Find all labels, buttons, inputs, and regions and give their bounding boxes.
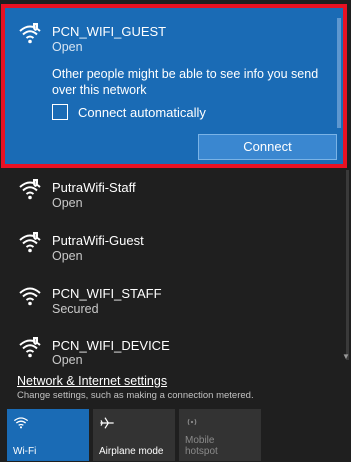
network-flyout: ! PCN_WIFI_GUEST Open Other people might… (0, 0, 351, 462)
svg-text:!: ! (35, 234, 36, 240)
tile-label: Mobile hotspot (185, 435, 218, 457)
wifi-toggle-tile[interactable]: Wi-Fi (7, 409, 89, 461)
wifi-open-icon: ! (19, 337, 41, 358)
network-status: Secured (52, 302, 99, 316)
wifi-open-icon: ! (19, 232, 41, 253)
network-name: PCN_WIFI_STAFF (52, 286, 162, 301)
network-name: PutraWifi-Staff (52, 180, 136, 195)
network-status: Open (52, 196, 83, 210)
network-settings-link[interactable]: Network & Internet settings (17, 374, 167, 388)
highlight-outline (1, 4, 347, 168)
svg-text:!: ! (35, 339, 36, 345)
wifi-secured-icon (19, 287, 41, 306)
network-status: Open (52, 353, 83, 367)
hotspot-icon (187, 418, 197, 426)
mobile-hotspot-tile[interactable]: Mobile hotspot (179, 409, 261, 461)
svg-text:!: ! (35, 181, 36, 187)
wifi-icon (13, 417, 29, 429)
tile-label: Airplane mode (99, 446, 164, 457)
network-name: PutraWifi-Guest (52, 233, 144, 248)
network-status: Open (52, 249, 83, 263)
scroll-down-icon[interactable]: ▼ (342, 352, 350, 361)
list-scrollbar[interactable] (346, 170, 349, 360)
tile-label: Wi-Fi (13, 446, 37, 457)
network-name: PCN_WIFI_DEVICE (52, 338, 170, 353)
wifi-open-icon: ! (19, 179, 41, 200)
airplane-icon (100, 417, 114, 429)
tile-label-text: Mobile hotspot (185, 435, 218, 457)
airplane-mode-tile[interactable]: Airplane mode (93, 409, 175, 461)
network-settings-description: Change settings, such as making a connec… (17, 390, 254, 401)
